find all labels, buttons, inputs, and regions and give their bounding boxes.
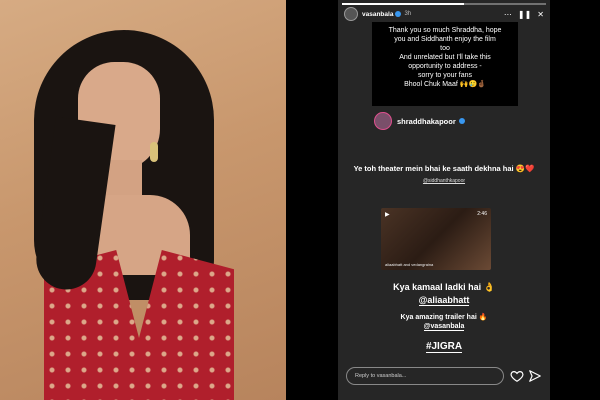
verified-badge-icon — [395, 11, 402, 17]
mention-vasanbala[interactable]: @vasanbala — [348, 323, 540, 331]
mention-aliaabhatt-text: @aliaabhatt — [418, 295, 470, 306]
avatar[interactable] — [344, 7, 358, 21]
reply-line: you and Siddhanth enjoy the film — [394, 36, 496, 43]
mention-username: shraddhakapoor — [397, 116, 456, 126]
video-credit: aliaabhatt and vedangraina — [385, 262, 434, 267]
instagram-story[interactable]: vasanbala 3h ⋯ ❚❚ ✕ Thank you so much Sh… — [338, 0, 550, 400]
reply-bar[interactable] — [346, 367, 504, 385]
story-username[interactable]: vasanbala — [362, 11, 393, 18]
screenshot-frame: vasanbala 3h ⋯ ❚❚ ✕ Thank you so much Sh… — [0, 0, 600, 400]
play-icon[interactable]: ▶ — [385, 211, 390, 218]
hashtag-text: #JIGRA — [425, 341, 463, 353]
mention-shraddhakapoor[interactable]: shraddhakapoor — [374, 110, 514, 132]
pause-icon[interactable]: ❚❚ — [518, 10, 531, 19]
reply-line: Bhool Chuk Maaf 🙌🥲🤞🏾 — [404, 81, 486, 88]
mention-aliaabhatt[interactable]: @aliaabhatt — [348, 295, 540, 306]
photo-earring — [150, 142, 158, 162]
verified-badge-icon — [458, 118, 465, 124]
portrait-photo — [0, 0, 286, 400]
header-icons: ⋯ ❚❚ ✕ — [504, 10, 544, 19]
reply-input[interactable] — [355, 373, 495, 379]
reply-card: Thank you so much Shraddha, hope you and… — [372, 22, 518, 106]
reply-line: sorry to your fans — [417, 72, 473, 79]
story-progress-bar — [342, 3, 546, 5]
mention-vasanbala-text: @vasanbala — [423, 323, 465, 331]
story-time: 3h — [404, 11, 412, 17]
video-time: 2:46 — [477, 211, 487, 217]
tag-siddhanthkapoor[interactable]: @siddhanthkapoor — [348, 178, 540, 184]
trailer-video[interactable]: ▶ 2:46 aliaabhatt and vedangraina — [381, 208, 491, 270]
heart-icon[interactable] — [510, 369, 524, 383]
mention-avatar — [374, 112, 392, 130]
caption-trailer: Kya amazing trailer hai 🔥 — [400, 314, 488, 321]
send-icon[interactable] — [528, 369, 542, 383]
hashtag-jigra[interactable]: #JIGRA — [348, 341, 540, 353]
caption-theater: Ye toh theater mein bhai ke saath dekhna… — [353, 164, 535, 173]
story-header: vasanbala 3h ⋯ ❚❚ ✕ — [344, 6, 544, 22]
story-progress-fill — [342, 3, 465, 5]
more-icon[interactable]: ⋯ — [504, 10, 512, 19]
reply-line: And unrelated but I'll take this — [399, 54, 491, 61]
reply-line: Thank you so much Shraddha, hope — [388, 27, 502, 34]
reply-line: opportunity to address - — [408, 63, 482, 70]
close-icon[interactable]: ✕ — [537, 10, 544, 19]
caption-kamaal: Kya kamaal ladki hai 👌 — [393, 282, 495, 292]
reply-line: too — [440, 45, 450, 52]
